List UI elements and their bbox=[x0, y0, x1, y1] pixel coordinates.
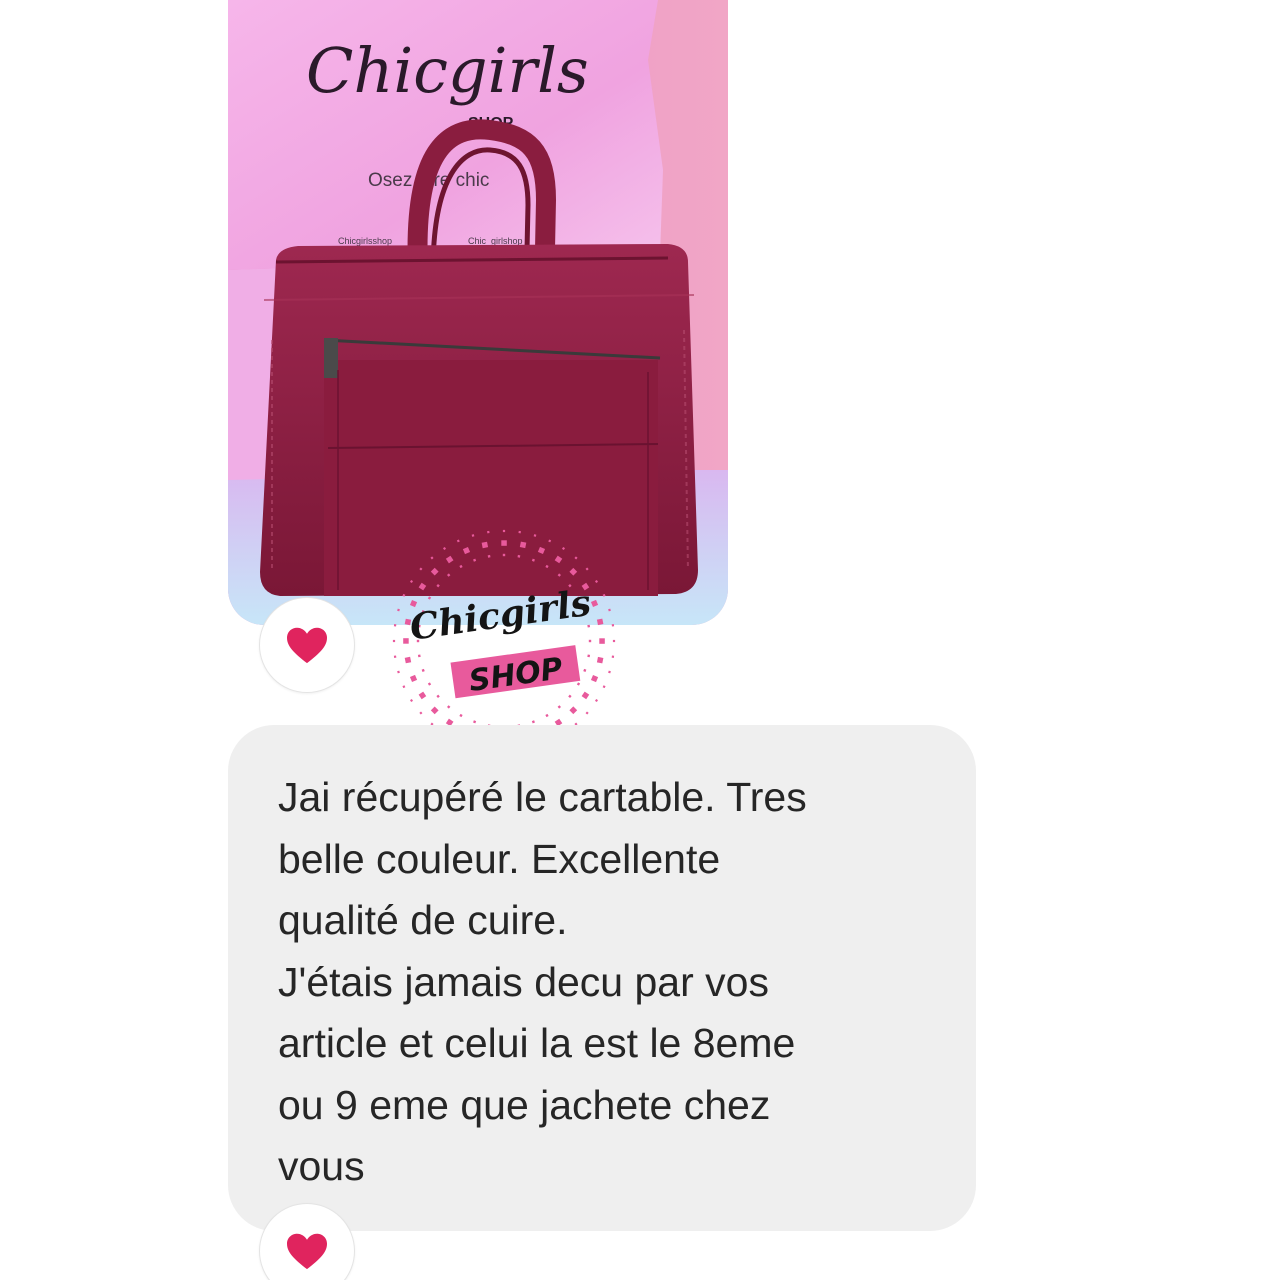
watermark-dot bbox=[518, 530, 521, 534]
watermark-dot bbox=[590, 674, 599, 683]
heart-icon bbox=[287, 1233, 327, 1270]
watermark-dot bbox=[612, 639, 616, 643]
watermark-dot bbox=[419, 711, 423, 715]
watermark-dot bbox=[533, 534, 537, 537]
watermark-dot bbox=[392, 639, 396, 643]
watermark-dot bbox=[393, 655, 397, 658]
watermark-dot bbox=[447, 573, 451, 577]
watermark-dot bbox=[568, 694, 572, 698]
watermark-dot bbox=[576, 682, 581, 686]
watermark-dot bbox=[393, 624, 397, 627]
watermark-dot bbox=[561, 546, 566, 551]
watermark-dot bbox=[430, 567, 439, 576]
watermark-dot bbox=[611, 624, 615, 627]
watermark-dot bbox=[557, 573, 561, 577]
watermark-dot bbox=[402, 593, 406, 597]
watermark-dot bbox=[557, 705, 561, 709]
watermark-dot bbox=[430, 706, 439, 715]
watermark-dot bbox=[599, 638, 605, 644]
reaction-badge[interactable] bbox=[259, 597, 355, 693]
watermark-dot bbox=[419, 567, 423, 571]
watermark-dot bbox=[587, 654, 591, 658]
watermark-dot bbox=[574, 556, 578, 560]
watermark-dot bbox=[548, 539, 552, 543]
watermark-dot bbox=[436, 584, 440, 588]
watermark-dot bbox=[418, 691, 427, 700]
watermark-dot bbox=[403, 638, 409, 644]
watermark-dot bbox=[545, 564, 549, 569]
message-text: Jai récupéré le cartable. Tres belle cou… bbox=[278, 774, 807, 1189]
watermark-dot bbox=[585, 567, 589, 571]
watermark-dot bbox=[569, 567, 578, 576]
watermark-dot bbox=[585, 711, 589, 715]
watermark-dot bbox=[445, 555, 454, 564]
watermark-dot bbox=[473, 720, 477, 724]
watermark-dot bbox=[418, 582, 427, 591]
chat-thread: Chicgirls SHOP Osez être chic Chicgirlss… bbox=[0, 0, 1280, 1280]
watermark-dot bbox=[594, 698, 599, 703]
watermark-dot bbox=[519, 541, 527, 549]
watermark-dot bbox=[462, 546, 471, 555]
watermark-dot bbox=[502, 529, 506, 533]
watermark-dot bbox=[587, 624, 591, 628]
bag-social-2-text: Chic_girlshop bbox=[468, 236, 523, 246]
watermark-dot bbox=[471, 534, 475, 537]
watermark-dot bbox=[581, 691, 590, 700]
watermark-dot bbox=[545, 713, 549, 718]
watermark-dot bbox=[404, 656, 412, 664]
heart-icon bbox=[287, 627, 327, 664]
watermark-dot bbox=[421, 668, 425, 672]
watermark-dot bbox=[402, 685, 406, 689]
watermark-dot bbox=[502, 553, 506, 557]
watermark-dot bbox=[436, 694, 440, 698]
watermark-dot bbox=[590, 599, 599, 608]
watermark-dot bbox=[531, 720, 535, 724]
watermark-dot bbox=[397, 608, 400, 612]
watermark-dot bbox=[517, 554, 521, 558]
watermark-dot bbox=[442, 546, 447, 551]
watermark-dot bbox=[611, 655, 615, 658]
watermark-dot bbox=[481, 541, 489, 549]
watermark-dot bbox=[409, 698, 414, 703]
watermark-title: Chicgirls bbox=[407, 582, 593, 649]
bag-social-1-text: Chicgirlsshop bbox=[338, 236, 392, 246]
watermark-dot bbox=[473, 558, 477, 562]
watermark-dot bbox=[569, 706, 578, 715]
watermark-dot bbox=[531, 558, 535, 562]
watermark-dot bbox=[602, 593, 606, 597]
watermark-dot bbox=[554, 555, 563, 564]
watermark-dot bbox=[427, 596, 432, 600]
watermark-dot bbox=[409, 579, 414, 584]
watermark-dot bbox=[596, 618, 604, 626]
watermark-dot bbox=[447, 705, 451, 709]
watermark-dot bbox=[487, 530, 490, 534]
watermark-dot bbox=[501, 540, 507, 546]
message-bubble[interactable]: Jai récupéré le cartable. Tres belle cou… bbox=[228, 725, 976, 1231]
watermark-dot bbox=[456, 539, 460, 543]
watermark-dot bbox=[583, 668, 587, 672]
watermark-dot bbox=[459, 713, 463, 718]
watermark-dot bbox=[397, 670, 400, 674]
watermark-dot bbox=[459, 564, 463, 569]
watermark-dot bbox=[608, 670, 611, 674]
watermark-dot bbox=[409, 674, 418, 683]
watermark-dot bbox=[417, 654, 421, 658]
watermark-dot bbox=[602, 685, 606, 689]
watermark-dot bbox=[537, 546, 546, 555]
watermark-dot bbox=[487, 554, 491, 558]
watermark-dot bbox=[430, 556, 434, 560]
watermark-dot bbox=[588, 639, 592, 643]
watermark-dot bbox=[596, 656, 604, 664]
watermark-dot bbox=[427, 682, 432, 686]
watermark-dot bbox=[608, 608, 611, 612]
watermark-dot bbox=[594, 579, 599, 584]
bag-brand-text: Chicgirls bbox=[306, 34, 589, 107]
